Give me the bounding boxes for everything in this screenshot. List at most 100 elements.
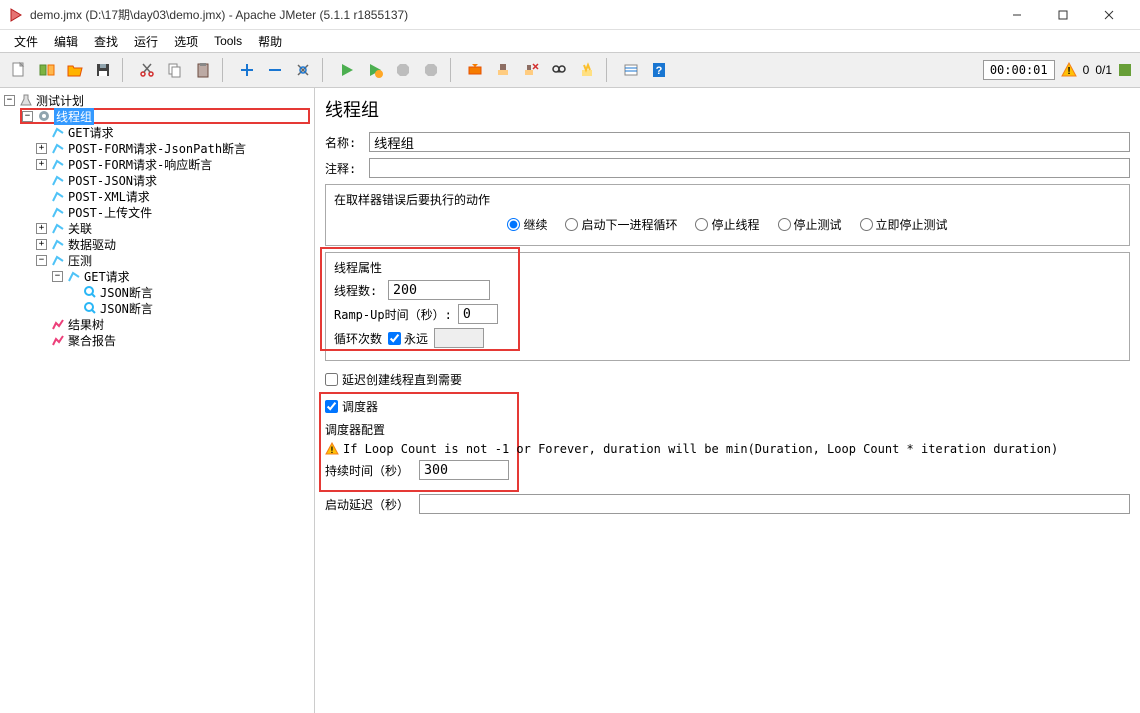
close-button[interactable] [1086, 0, 1132, 30]
start-button[interactable] [334, 57, 360, 83]
thread-props-legend: 线程属性 [334, 259, 1121, 276]
menu-tools[interactable]: Tools [208, 32, 248, 50]
tree-item[interactable]: GET请求 [36, 124, 310, 140]
rampup-label: Ramp-Up时间（秒）: [334, 306, 452, 323]
open-button[interactable] [62, 57, 88, 83]
panel-title: 线程组 [325, 96, 1130, 122]
tree-test-plan[interactable]: − 测试计划 [4, 92, 310, 108]
shutdown-button[interactable] [418, 57, 444, 83]
startup-delay-input[interactable] [419, 494, 1130, 514]
tree-item[interactable]: +POST-FORM请求-响应断言 [36, 156, 310, 172]
sampler-icon [67, 269, 81, 283]
paste-button[interactable] [190, 57, 216, 83]
menu-options[interactable]: 选项 [168, 31, 204, 52]
svg-text:!: ! [329, 446, 334, 456]
radio-next-loop[interactable]: 启动下一进程循环 [565, 216, 677, 233]
svg-text:?: ? [656, 65, 663, 77]
menu-edit[interactable]: 编辑 [48, 31, 84, 52]
tree-result-tree[interactable]: 结果树 [36, 316, 310, 332]
scheduler-legend: 调度器配置 [325, 421, 1130, 438]
tree-json-assert[interactable]: JSON断言 [68, 284, 310, 300]
menu-file[interactable]: 文件 [8, 31, 44, 52]
toggle-icon[interactable]: + [36, 159, 47, 170]
tree-item[interactable]: +数据驱动 [36, 236, 310, 252]
listener-icon [51, 333, 65, 347]
clear-button[interactable] [490, 57, 516, 83]
threads-input[interactable] [388, 280, 490, 300]
sampler-icon [51, 253, 65, 267]
menubar: 文件 编辑 查找 运行 选项 Tools 帮助 [0, 30, 1140, 52]
toggle-button[interactable] [290, 57, 316, 83]
cut-button[interactable] [134, 57, 160, 83]
menu-search[interactable]: 查找 [88, 31, 124, 52]
scheduler-checkbox[interactable] [325, 400, 338, 413]
tree-sub-get[interactable]: −GET请求 [52, 268, 310, 284]
sampler-icon [51, 205, 65, 219]
radio-stop-thread[interactable]: 停止线程 [695, 216, 759, 233]
duration-label: 持续时间（秒） [325, 462, 413, 479]
new-button[interactable] [6, 57, 32, 83]
toggle-icon[interactable]: + [36, 143, 47, 154]
templates-button[interactable] [34, 57, 60, 83]
sampler-icon [51, 189, 65, 203]
toggle-icon[interactable]: − [22, 111, 33, 122]
maximize-button[interactable] [1040, 0, 1086, 30]
status-indicator-icon [1118, 63, 1132, 77]
loop-count-input [434, 328, 484, 348]
toggle-icon[interactable]: + [36, 223, 47, 234]
reset-search-button[interactable] [574, 57, 600, 83]
window-title: demo.jmx (D:\17期\day03\demo.jmx) - Apach… [30, 6, 994, 23]
toggle-icon[interactable]: + [36, 239, 47, 250]
comment-input[interactable] [369, 158, 1130, 178]
tree-panel[interactable]: − 测试计划 − 线程组 GET请求 [0, 88, 315, 713]
warn-count: 0 [1083, 63, 1090, 77]
copy-button[interactable] [162, 57, 188, 83]
app-icon [8, 7, 24, 23]
magnifier-icon [83, 301, 97, 315]
stop-button[interactable] [390, 57, 416, 83]
config-panel: 线程组 名称: 注释: 在取样器错误后要执行的动作 继续 启动下一进程循环 停止… [315, 88, 1140, 713]
tree-item[interactable]: POST-上传文件 [36, 204, 310, 220]
minimize-button[interactable] [994, 0, 1040, 30]
forever-checkbox[interactable]: 永远 [388, 330, 428, 347]
menu-run[interactable]: 运行 [128, 31, 164, 52]
sampler-icon [51, 221, 65, 235]
help-button[interactable]: ? [646, 57, 672, 83]
radio-continue[interactable]: 继续 [507, 216, 547, 233]
tree-item[interactable]: +关联 [36, 220, 310, 236]
save-button[interactable] [90, 57, 116, 83]
toggle-icon[interactable]: − [4, 95, 15, 106]
name-input[interactable] [369, 132, 1130, 152]
menu-help[interactable]: 帮助 [252, 31, 288, 52]
listener-icon [51, 317, 65, 331]
tree-item[interactable]: POST-JSON请求 [36, 172, 310, 188]
tree-item[interactable]: +POST-FORM请求-JsonPath断言 [36, 140, 310, 156]
toggle-icon[interactable]: − [36, 255, 47, 266]
function-helper-button[interactable] [618, 57, 644, 83]
remote-start-button[interactable] [462, 57, 488, 83]
tree-thread-group[interactable]: − 线程组 [20, 108, 310, 124]
elapsed-timer: 00:00:01 [983, 60, 1055, 80]
magnifier-icon [83, 285, 97, 299]
delay-create-checkbox[interactable] [325, 373, 338, 386]
radio-stop-test-now[interactable]: 立即停止测试 [860, 216, 948, 233]
radio-stop-test[interactable]: 停止测试 [778, 216, 842, 233]
collapse-button[interactable] [262, 57, 288, 83]
comment-label: 注释: [325, 160, 363, 177]
search-button[interactable] [546, 57, 572, 83]
scheduler-warning-text: If Loop Count is not -1 or Forever, dura… [343, 442, 1058, 456]
tree-json-assert[interactable]: JSON断言 [68, 300, 310, 316]
tree-agg-report[interactable]: 聚合报告 [36, 332, 310, 348]
tree-item[interactable]: POST-XML请求 [36, 188, 310, 204]
rampup-input[interactable] [458, 304, 498, 324]
clear-all-button[interactable] [518, 57, 544, 83]
sampler-icon [51, 237, 65, 251]
svg-text:!: ! [1067, 66, 1070, 77]
flask-icon [19, 93, 33, 107]
expand-button[interactable] [234, 57, 260, 83]
duration-input[interactable] [419, 460, 509, 480]
tree-item-stress[interactable]: −压测 [36, 252, 310, 268]
toggle-icon[interactable]: − [52, 271, 63, 282]
warning-icon[interactable]: ! [1061, 62, 1077, 78]
start-no-pause-button[interactable] [362, 57, 388, 83]
